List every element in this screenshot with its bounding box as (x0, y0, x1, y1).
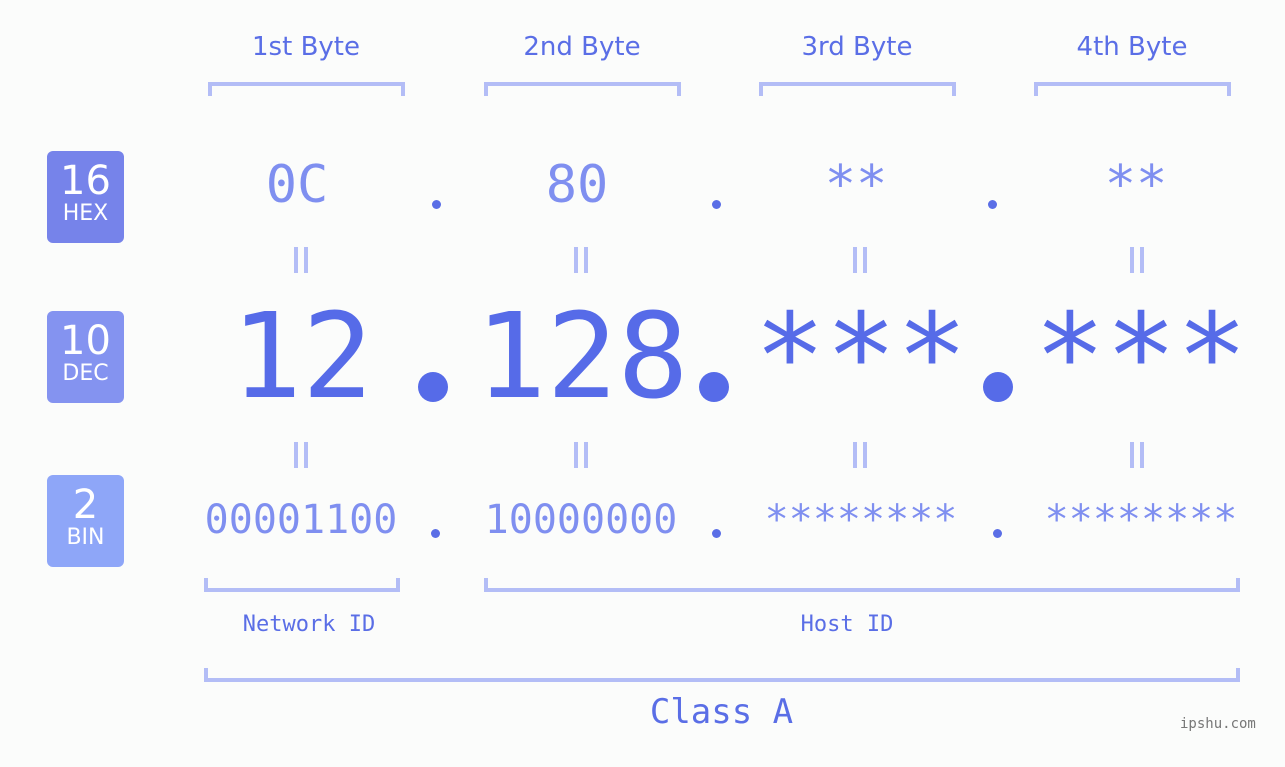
byte-bracket-4 (1034, 82, 1231, 96)
host-id-bracket (484, 578, 1240, 592)
bin-byte-1: 00001100 (204, 497, 398, 543)
bin-badge-number: 2 (72, 482, 99, 528)
byte-bracket-2 (484, 82, 681, 96)
hex-byte-3: ** (824, 155, 888, 215)
byte-header-2: 2nd Byte (523, 32, 641, 62)
dec-badge: 10 DEC (47, 311, 124, 403)
hex-badge: 16 HEX (47, 151, 124, 243)
bin-byte-4: ******** (1044, 497, 1238, 543)
hex-badge-label: HEX (62, 201, 109, 226)
dec-byte-2: 128 (475, 287, 689, 425)
byte-bracket-3 (759, 82, 956, 96)
bin-dot-1 (431, 529, 440, 538)
network-id-bracket (204, 578, 400, 592)
hex-byte-2: 80 (545, 155, 609, 215)
bin-badge-label: BIN (66, 525, 105, 550)
equals-icon (1128, 247, 1144, 273)
watermark: ipshu.com (1180, 716, 1256, 732)
equals-icon (1128, 442, 1144, 468)
network-id-label: Network ID (242, 612, 376, 637)
hex-dot-3 (988, 200, 997, 209)
class-label: Class A (649, 692, 794, 732)
hex-dot-1 (432, 200, 441, 209)
bin-dot-3 (993, 529, 1002, 538)
dec-badge-number: 10 (60, 318, 111, 364)
byte-bracket-1 (208, 82, 405, 96)
dec-byte-4: *** (1034, 287, 1248, 425)
hex-byte-1: 0C (265, 155, 329, 215)
dec-dot-1 (418, 372, 448, 402)
dec-dot-3 (983, 372, 1013, 402)
bin-byte-2: 10000000 (484, 497, 678, 543)
host-id-label: Host ID (800, 612, 894, 637)
bin-byte-3: ******** (764, 497, 958, 543)
dec-badge-label: DEC (62, 361, 109, 386)
equals-icon (851, 247, 867, 273)
hex-dot-2 (712, 200, 721, 209)
dec-dot-2 (699, 372, 729, 402)
hex-byte-4: ** (1104, 155, 1168, 215)
equals-icon (292, 247, 308, 273)
dec-byte-3: *** (754, 287, 968, 425)
class-bracket (204, 668, 1240, 682)
equals-icon (292, 442, 308, 468)
hex-badge-number: 16 (60, 158, 111, 204)
dec-byte-1: 12 (230, 287, 374, 425)
equals-icon (572, 442, 588, 468)
bin-badge: 2 BIN (47, 475, 124, 567)
byte-header-4: 4th Byte (1076, 32, 1188, 62)
equals-icon (851, 442, 867, 468)
bin-dot-2 (712, 529, 721, 538)
byte-header-1: 1st Byte (252, 32, 360, 62)
equals-icon (572, 247, 588, 273)
byte-header-3: 3rd Byte (801, 32, 913, 62)
